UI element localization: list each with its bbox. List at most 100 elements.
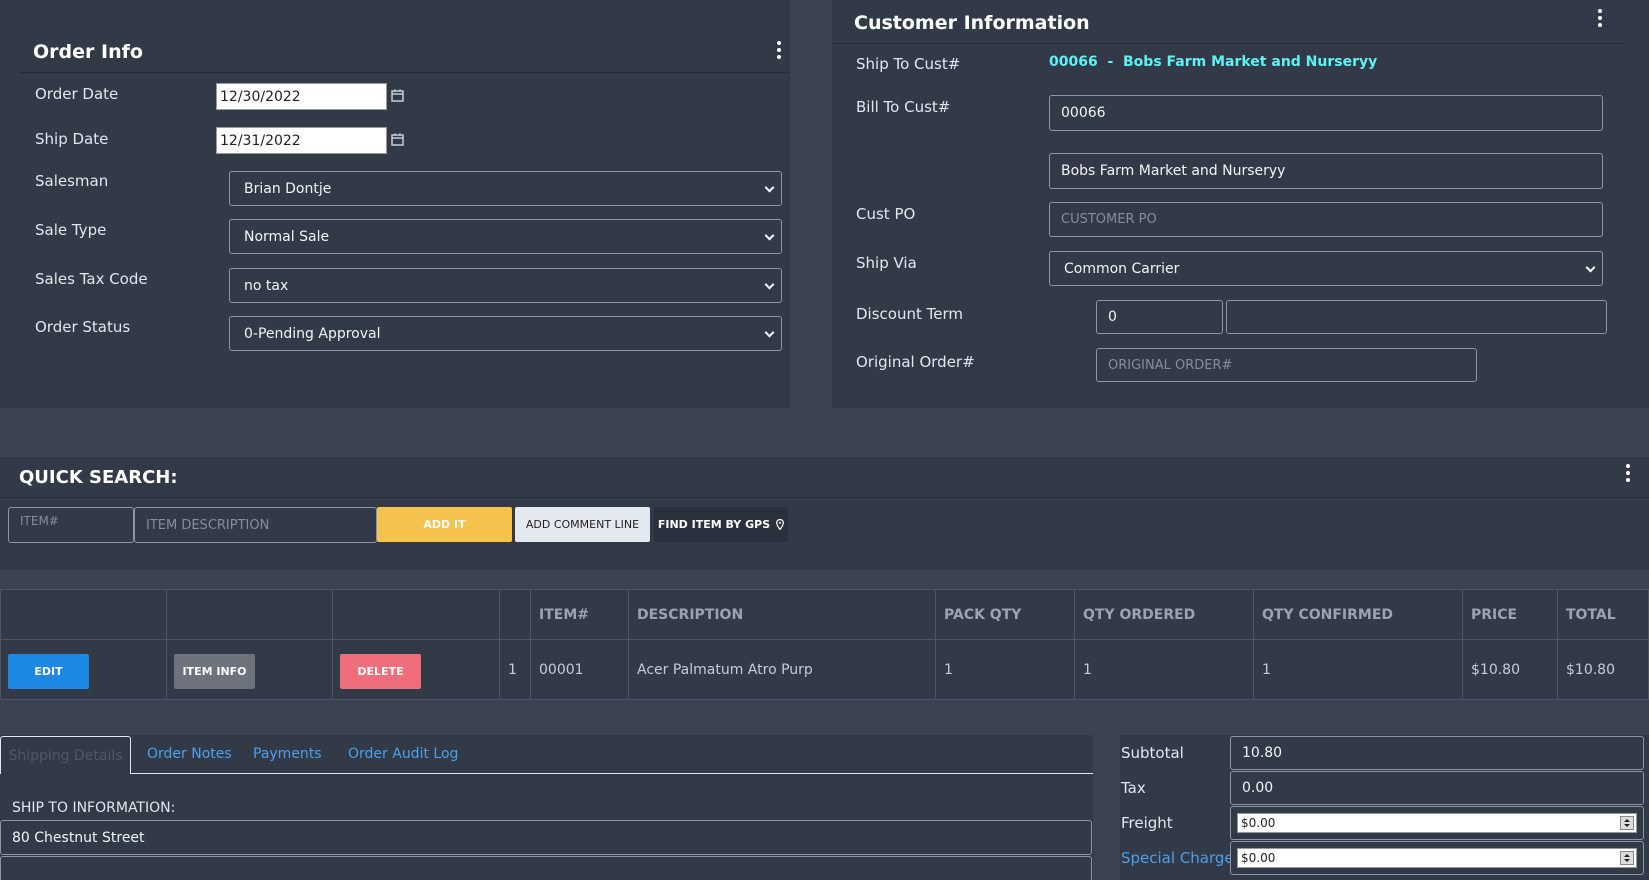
ship-to-heading: SHIP TO INFORMATION: [12,800,176,816]
order-date-label: Order Date [35,85,119,103]
chevron-down-icon [764,182,775,193]
table-header-row: ITEM# DESCRIPTION PACK QTY QTY ORDERED Q… [0,589,1649,640]
ship-address-line2-input[interactable] [0,856,1092,880]
special-charge-value: $0.00 [1241,851,1276,865]
find-item-by-gps-label: FIND ITEM BY GPS [657,518,771,531]
order-status-label: Order Status [35,318,131,336]
original-order-label: Original Order# [856,353,975,371]
salesman-select[interactable]: Brian Dontje [229,171,782,206]
bill-to-name-input[interactable]: Bobs Farm Market and Nurseryy [1049,153,1603,189]
ship-address-line1-input[interactable]: 80 Chestnut Street [0,820,1092,855]
divider [0,497,1649,498]
order-info-title: Order Info [33,41,143,63]
tab-underline [131,773,1093,774]
item-number-cell: 00001 [530,639,629,700]
ship-via-value: Common Carrier [1064,260,1180,277]
table-header [499,589,531,640]
qty-ordered-cell: 1 [1074,639,1254,700]
table-header: DESCRIPTION [628,589,936,640]
map-pin-icon [776,519,785,530]
order-items-table: ITEM# DESCRIPTION PACK QTY QTY ORDERED Q… [0,589,1649,700]
quick-search-title: QUICK SEARCH: [19,467,178,488]
table-row: EDIT ITEM INFO DELETE 1 00001 Acer Palma… [0,639,1649,700]
qty-confirmed-cell: 1 [1253,639,1463,700]
calendar-icon[interactable] [391,133,404,146]
cust-po-input[interactable]: CUSTOMER PO [1049,202,1603,237]
tab-label: Shipping Details [8,747,123,764]
item-number-input[interactable]: ITEM# [8,507,134,543]
ship-date-input[interactable]: 12/31/2022 [216,127,387,154]
chevron-down-icon [1585,262,1596,273]
tab-order-notes[interactable]: Order Notes [147,746,232,762]
total-cell: $10.80 [1557,639,1649,700]
sale-type-label: Sale Type [35,221,107,239]
table-header: TOTAL [1557,589,1649,640]
item-info-button[interactable]: ITEM INFO [174,654,255,689]
tax-input[interactable]: 0.00 [1230,771,1644,805]
line-number-cell: 1 [499,639,531,700]
order-status-select[interactable]: 0-Pending Approval [229,316,782,351]
pack-qty-cell: 1 [935,639,1075,700]
discount-description-input[interactable] [1226,300,1607,334]
table-header [0,589,167,640]
special-charge-input[interactable]: $0.00 [1237,848,1637,868]
discount-term-input[interactable]: 0 [1096,300,1223,334]
freight-input[interactable]: $0.00 [1237,813,1637,833]
table-header: QTY ORDERED [1074,589,1254,640]
ship-via-select[interactable]: Common Carrier [1049,251,1603,286]
divider [832,43,1622,44]
salesman-label: Salesman [35,172,109,190]
subtotal-input[interactable]: 10.80 [1230,736,1644,770]
salesman-value: Brian Dontje [244,180,332,197]
item-description-input[interactable]: ITEM DESCRIPTION [134,507,377,543]
sale-type-value: Normal Sale [244,228,330,245]
order-info-menu-icon[interactable] [776,41,782,59]
delete-cell: DELETE [332,639,500,700]
customer-info-menu-icon[interactable] [1597,9,1603,27]
tax-code-value: no tax [244,277,289,294]
tax-label: Tax [1121,779,1146,797]
sale-type-select[interactable]: Normal Sale [229,219,782,254]
tax-code-label: Sales Tax Code [35,270,148,288]
tax-code-select[interactable]: no tax [229,268,782,303]
table-header [332,589,500,640]
description-cell: Acer Palmatum Atro Purp [628,639,936,700]
find-item-by-gps-button[interactable]: FIND ITEM BY GPS [654,507,788,542]
stepper-icon[interactable] [1620,851,1634,865]
table-header: PACK QTY [935,589,1075,640]
quick-search-menu-icon[interactable] [1625,464,1631,482]
bill-to-label: Bill To Cust# [856,98,951,116]
freight-value: $0.00 [1241,816,1276,830]
chevron-down-icon [764,327,775,338]
freight-label: Freight [1121,814,1173,832]
freight-cell: $0.00 [1230,806,1644,840]
customer-info-title: Customer Information [854,12,1090,34]
bill-to-number-input[interactable]: 00066 [1049,95,1603,131]
ship-date-label: Ship Date [35,130,109,148]
ship-to-value: 00066 - Bobs Farm Market and Nurseryy [1049,54,1378,70]
stepper-icon[interactable] [1620,816,1634,830]
table-header [166,589,333,640]
ship-to-label: Ship To Cust# [856,55,961,73]
cust-po-label: Cust PO [856,205,916,223]
order-date-input[interactable]: 12/30/2022 [216,83,387,110]
item-info-cell: ITEM INFO [166,639,333,700]
add-it-button[interactable]: ADD IT [377,507,512,542]
special-charge-label[interactable]: Special Charge [1121,849,1234,867]
calendar-icon[interactable] [391,89,404,102]
discount-term-label: Discount Term [856,305,963,323]
tab-order-audit-log[interactable]: Order Audit Log [348,746,458,762]
chevron-down-icon [764,230,775,241]
special-charge-cell: $0.00 [1230,841,1644,875]
divider [20,72,790,73]
table-header: PRICE [1462,589,1558,640]
edit-button[interactable]: EDIT [8,654,89,689]
tab-shipping-details[interactable]: Shipping Details [0,736,131,774]
edit-cell: EDIT [0,639,167,700]
original-order-input[interactable]: ORIGINAL ORDER# [1096,348,1477,382]
order-status-value: 0-Pending Approval [244,325,381,342]
tab-payments[interactable]: Payments [253,746,322,762]
delete-button[interactable]: DELETE [340,654,421,689]
add-comment-line-button[interactable]: ADD COMMENT LINE [515,507,650,542]
chevron-down-icon [764,279,775,290]
